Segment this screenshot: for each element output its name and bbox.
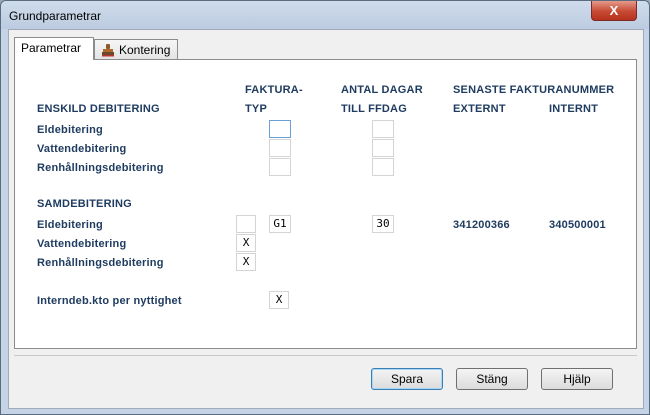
tab-label: Kontering bbox=[119, 43, 171, 57]
sam-label-vattendebitering: Vattendebitering bbox=[37, 238, 127, 250]
header-antal-dagar-1: ANTAL DAGAR bbox=[341, 84, 423, 96]
tab-label: Parametrar bbox=[21, 41, 82, 55]
sam-vatten-checkbox[interactable]: X bbox=[236, 234, 256, 252]
enskild-renhallning-fakturatyp-input[interactable] bbox=[269, 158, 291, 176]
tab-parametrar[interactable]: Parametrar bbox=[14, 37, 94, 60]
sam-renhallning-checkbox[interactable]: X bbox=[236, 253, 256, 271]
enskild-el-fakturatyp-input[interactable] bbox=[269, 120, 291, 138]
header-antal-dagar-2: TILL FFDAG bbox=[341, 103, 407, 115]
stamp-icon bbox=[101, 43, 115, 57]
sam-el-externt-value: 341200366 bbox=[453, 219, 510, 231]
interndeb-label: Interndeb.kto per nyttighet bbox=[37, 295, 182, 307]
sam-el-internt-value: 340500001 bbox=[549, 219, 606, 231]
enskild-vatten-antal-dagar-input[interactable] bbox=[372, 139, 394, 157]
sam-label-renhallning: Renhållningsdebitering bbox=[37, 257, 164, 269]
stang-button[interactable]: Stäng bbox=[456, 368, 528, 390]
close-icon: X bbox=[609, 3, 619, 18]
window-title: Grundparametrar bbox=[9, 9, 102, 23]
header-internt: INTERNT bbox=[549, 103, 599, 115]
parametrar-panel: FAKTURA- TYP ANTAL DAGAR TILL FFDAG SENA… bbox=[14, 59, 637, 349]
header-faktura-typ-1: FAKTURA- bbox=[245, 84, 303, 96]
sam-el-fakturatyp-input[interactable]: G1 bbox=[269, 215, 291, 233]
spara-button[interactable]: Spara bbox=[371, 368, 443, 390]
enskild-vatten-fakturatyp-input[interactable] bbox=[269, 139, 291, 157]
section-title-enskild: ENSKILD DEBITERING bbox=[37, 103, 160, 115]
hjalp-button[interactable]: Hjälp bbox=[541, 368, 613, 390]
dialog-window: Grundparametrar X Parametrar Kontering F… bbox=[0, 0, 650, 415]
sam-el-antal-dagar-input[interactable]: 30 bbox=[372, 215, 394, 233]
sam-el-checkbox[interactable] bbox=[236, 215, 256, 233]
close-button[interactable]: X bbox=[591, 1, 637, 21]
enskild-label-eldebitering: Eldebitering bbox=[37, 124, 103, 136]
enskild-label-renhallning: Renhållningsdebitering bbox=[37, 162, 164, 174]
header-senaste-fakturanummer: SENASTE FAKTURANUMMER bbox=[453, 84, 615, 96]
enskild-label-vattendebitering: Vattendebitering bbox=[37, 143, 127, 155]
section-title-samdebitering: SAMDEBITERING bbox=[37, 198, 132, 210]
footer-divider bbox=[14, 355, 637, 356]
sam-label-eldebitering: Eldebitering bbox=[37, 219, 103, 231]
header-faktura-typ-2: TYP bbox=[245, 103, 267, 115]
header-externt: EXTERNT bbox=[453, 103, 506, 115]
title-bar[interactable]: Grundparametrar X bbox=[1, 1, 649, 29]
dialog-client: Parametrar Kontering FAKTURA- TYP ANTAL … bbox=[8, 29, 644, 409]
enskild-renhallning-antal-dagar-input[interactable] bbox=[372, 158, 394, 176]
tab-kontering[interactable]: Kontering bbox=[94, 39, 178, 61]
enskild-el-antal-dagar-input[interactable] bbox=[372, 120, 394, 138]
interndeb-checkbox[interactable]: X bbox=[269, 291, 289, 309]
